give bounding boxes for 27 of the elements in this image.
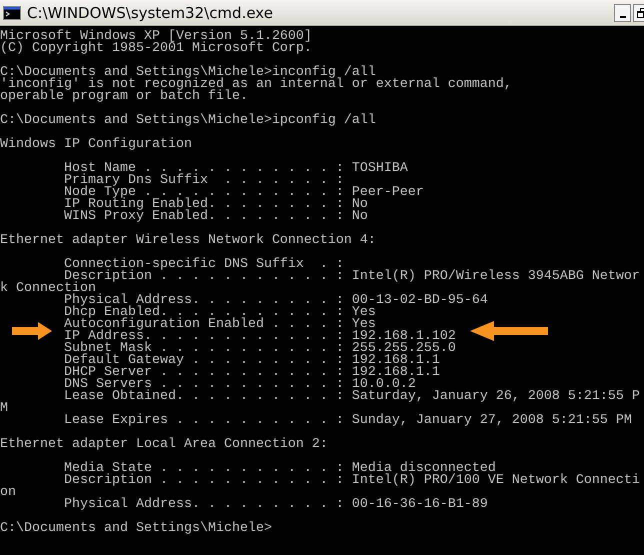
console-line: Lease Expires . . . . . . . . . . : Sunday, January 27, 2008 5:21:55 PM [62, 415, 632, 427]
console-line: Windows IP Configuration [0, 139, 192, 151]
console-line: Physical Address. . . . . . . . . : 00-16-36-16-B1-89 [62, 499, 488, 511]
console-line: (C) Copyright 1985-2001 Microsoft Corp. [0, 43, 312, 55]
console-line: Connection-specific DNS Suffix . : [62, 259, 344, 271]
console-line: Ethernet adapter Wireless Network Connection 4: [0, 235, 376, 247]
minimize-icon [620, 16, 626, 18]
console-line: WINS Proxy Enabled. . . . . . . . : No [62, 211, 368, 223]
console-line: Ethernet adapter Local Area Connection 2: [0, 439, 328, 451]
console-line: Lease Obtained. . . . . . . . . . : Saturday, January 26, 2008 5:21:55 P [62, 391, 640, 403]
arrow-icon [12, 322, 52, 340]
restore-icon [636, 8, 644, 18]
console-line: C:\Documents and Settings\Michele> [0, 523, 272, 535]
console-icon [3, 6, 21, 20]
console-line: on [0, 487, 16, 499]
console-line: Primary Dns Suffix . . . . . . . : [62, 175, 344, 187]
console-line: M [0, 403, 8, 415]
console-line: operable program or batch file. [0, 91, 248, 103]
arrow-icon [470, 321, 548, 341]
console-line: Description . . . . . . . . . . . : Intel(R) PRO/100 VE Network Connecti [62, 475, 640, 487]
console-line: Autoconfiguration Enabled . . . . : Yes [62, 319, 376, 331]
console-line: DHCP Server . . . . . . . . . . . : 192.168.1.1 [62, 367, 440, 379]
console-line: C:\Documents and Settings\Michele>ipconfig /all [0, 115, 376, 127]
minimize-button[interactable] [614, 4, 631, 22]
console-line: Default Gateway . . . . . . . . . : 192.168.1.1 [62, 355, 440, 367]
window-title: C:\WINDOWS\system32\cmd.exe [27, 4, 273, 22]
console-line: Description . . . . . . . . . . . : Intel(R) PRO/Wireless 3945ABG Networ [64, 271, 640, 283]
